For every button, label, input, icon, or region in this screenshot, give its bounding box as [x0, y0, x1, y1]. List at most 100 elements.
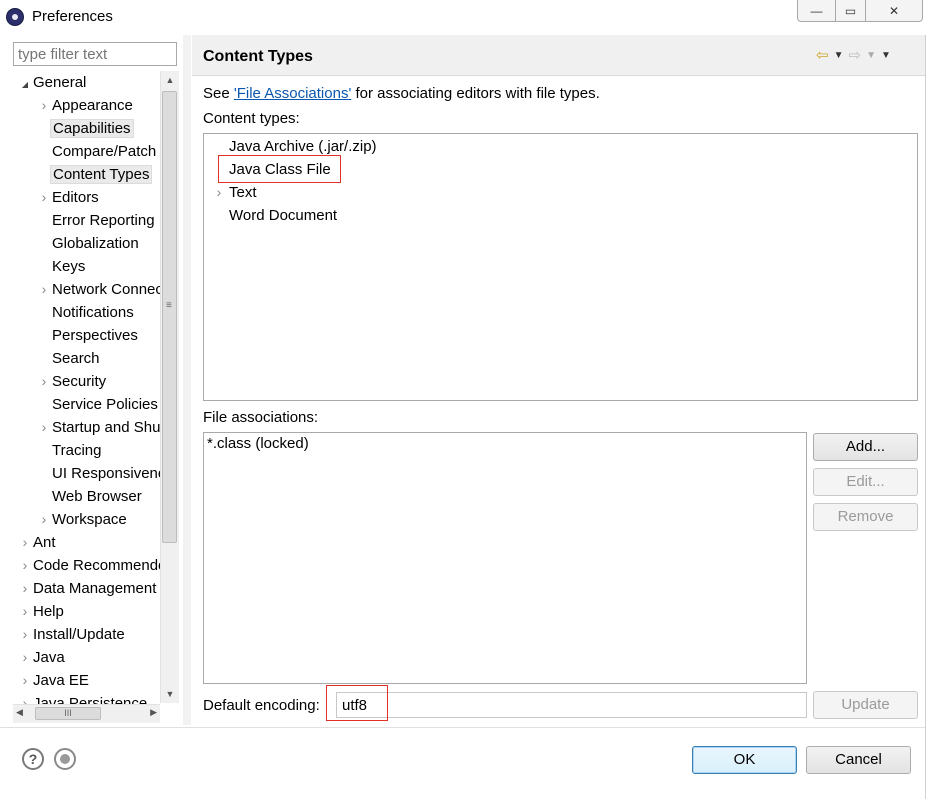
update-button[interactable]: Update [813, 691, 918, 719]
tree-item[interactable]: UI Responsiveness [38, 462, 160, 485]
file-associations-list[interactable]: *.class (locked) [203, 432, 807, 684]
tree-item[interactable]: › Editors [38, 186, 101, 209]
forward-arrow-icon[interactable]: ⇨ [848, 46, 861, 64]
content-type-item[interactable]: › Text [204, 181, 257, 204]
chevron-right-icon[interactable]: › [38, 508, 50, 531]
tree-item[interactable]: Capabilities [38, 117, 134, 140]
window-title: Preferences [32, 8, 113, 25]
scroll-left-icon[interactable]: ◀ [16, 707, 23, 718]
tree-item[interactable]: › Help [19, 600, 66, 623]
expanded-chevron-icon[interactable]: ◢ [19, 73, 31, 96]
tree-item-label: Compare/Patch [52, 143, 157, 160]
content-type-label: Java Archive (.jar/.zip) [229, 138, 377, 155]
hscrollbar-thumb[interactable]: III [35, 707, 101, 720]
close-button[interactable]: ✕ [865, 0, 923, 22]
list-item[interactable]: *.class (locked) [207, 435, 309, 452]
tree-item-label: Java [33, 649, 65, 666]
chevron-right-icon[interactable]: › [19, 646, 31, 669]
tree-item[interactable]: Notifications [38, 301, 136, 324]
tree-item[interactable]: Content Types [38, 163, 153, 186]
scrollbar-thumb[interactable]: ≡ [162, 91, 177, 543]
content-type-item[interactable]: Word Document [204, 204, 337, 227]
tree-item[interactable]: Perspectives [38, 324, 140, 347]
chevron-right-icon[interactable]: › [38, 186, 50, 209]
tree-item[interactable]: Service Policies [38, 393, 160, 416]
tree-item[interactable]: Web Browser [38, 485, 144, 508]
tree-item[interactable]: Compare/Patch [38, 140, 158, 163]
tree-item-label: Help [33, 603, 64, 620]
tree-item-label: Data Management [33, 580, 157, 597]
forward-menu-chevron-down-icon[interactable]: ▼ [866, 50, 876, 61]
hint-suffix: for associating editors with file types. [351, 85, 600, 102]
back-menu-chevron-down-icon[interactable]: ▼ [834, 50, 844, 61]
remove-button[interactable]: Remove [813, 503, 918, 531]
chevron-right-icon[interactable]: › [19, 531, 31, 554]
filter-input[interactable] [14, 43, 176, 65]
scroll-down-icon[interactable]: ▼ [161, 685, 179, 703]
filter-field[interactable] [13, 42, 177, 66]
scroll-up-icon[interactable]: ▲ [161, 71, 179, 89]
edit-button[interactable]: Edit... [813, 468, 918, 496]
tree-item[interactable]: Search [38, 347, 102, 370]
help-icon[interactable]: ? [22, 748, 44, 770]
scroll-right-icon[interactable]: ▶ [150, 707, 157, 718]
tree-item[interactable]: › Appearance [38, 94, 135, 117]
back-arrow-icon[interactable]: ⇦ [816, 46, 829, 64]
window-right-border [925, 35, 926, 799]
tree-item[interactable]: ›Code Recommenders [19, 554, 160, 577]
tree-item[interactable]: › Data Management [19, 577, 158, 600]
hint-prefix: See [203, 85, 234, 102]
tree-vertical-scrollbar[interactable]: ▲ ≡ ▼ [160, 71, 179, 703]
chevron-right-icon[interactable]: › [38, 370, 50, 393]
chevron-right-icon[interactable]: › [38, 278, 50, 301]
tree-item-label: Service Policies [52, 396, 158, 413]
chevron-right-icon[interactable]: › [19, 554, 31, 577]
pane-divider[interactable] [183, 35, 191, 725]
file-associations-hint: See 'File Associations' for associating … [203, 85, 600, 102]
default-encoding-field[interactable] [336, 692, 807, 718]
ok-button[interactable]: OK [692, 746, 797, 774]
tree-item[interactable]: › Ant [19, 531, 58, 554]
minimize-button[interactable]: — [797, 0, 835, 22]
tree-item-label: Java EE [33, 672, 89, 689]
tree-item-label: Error Reporting [52, 212, 155, 229]
tree-item[interactable]: › Security [38, 370, 108, 393]
tree-item[interactable]: Globalization [38, 232, 141, 255]
tree-item[interactable]: › Workspace [38, 508, 129, 531]
tree-item-label: Capabilities [50, 119, 134, 138]
chevron-right-icon[interactable]: › [19, 600, 31, 623]
tree-item[interactable]: › Java [19, 646, 67, 669]
chevron-right-icon[interactable]: › [38, 94, 50, 117]
tree-item-label: Web Browser [52, 488, 142, 505]
tree-item[interactable]: Keys [38, 255, 87, 278]
chevron-right-icon[interactable]: › [38, 416, 50, 439]
tree-item[interactable]: ›Startup and Shutdown [38, 416, 160, 439]
chevron-right-icon[interactable]: › [19, 623, 31, 646]
window-controls: — ▭ ✕ [797, 0, 923, 22]
tree-item[interactable]: › Java EE [19, 669, 91, 692]
tree-horizontal-scrollbar[interactable]: ◀ III ▶ [13, 704, 160, 723]
tree-item-label: Search [52, 350, 100, 367]
tree-item[interactable]: › Install/Update [19, 623, 127, 646]
tree-item-label: Globalization [52, 235, 139, 252]
tree-item[interactable]: › Java Persistence [19, 692, 149, 704]
content-type-label: Word Document [229, 207, 338, 224]
default-encoding-input[interactable] [337, 693, 806, 717]
cancel-button[interactable]: Cancel [806, 746, 911, 774]
add-button[interactable]: Add... [813, 433, 918, 461]
chevron-right-icon[interactable]: › [19, 577, 31, 600]
tree-item[interactable]: Tracing [38, 439, 103, 462]
file-associations-link[interactable]: 'File Associations' [234, 85, 351, 102]
record-macro-icon[interactable] [54, 748, 76, 770]
tree-item[interactable]: ›Network Connections [38, 278, 160, 301]
chevron-right-icon[interactable]: › [212, 181, 226, 204]
title-bar: Preferences — ▭ ✕ [0, 0, 930, 34]
chevron-right-icon[interactable]: › [19, 669, 31, 692]
view-menu-chevron-down-icon[interactable]: ▼ [881, 50, 891, 61]
chevron-right-icon[interactable]: › [19, 692, 31, 704]
tree-item[interactable]: Error Reporting [38, 209, 157, 232]
maximize-button[interactable]: ▭ [835, 0, 865, 22]
tree-item[interactable]: ◢ General [19, 71, 88, 94]
tree-item-label: Ant [33, 534, 56, 551]
content-types-label: Content types: [203, 110, 300, 127]
